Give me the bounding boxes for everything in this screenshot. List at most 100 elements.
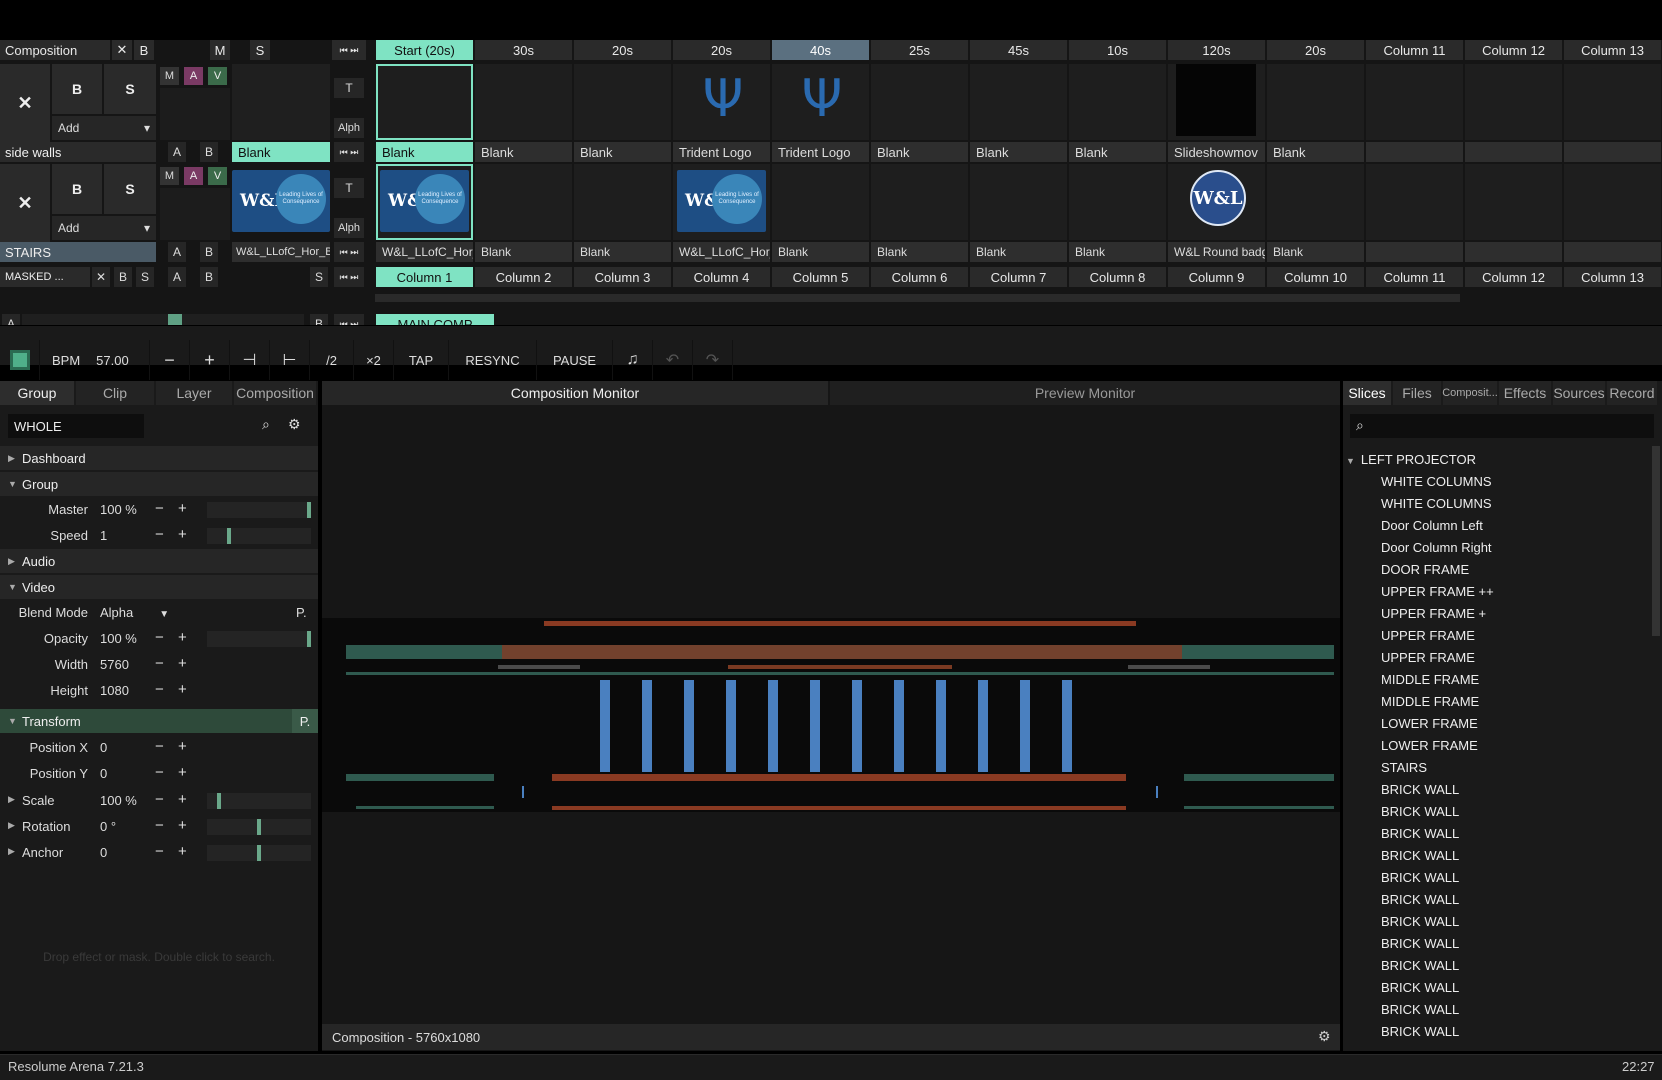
layer2-add-dropdown[interactable]: Add ▾ bbox=[52, 216, 156, 240]
layer1-clip-slot-8[interactable] bbox=[1069, 64, 1166, 140]
column-button-3[interactable]: Column 3 bbox=[574, 267, 671, 287]
section-transform[interactable]: ▼ Transform P. bbox=[0, 709, 318, 733]
composition-label[interactable]: Composition bbox=[0, 40, 110, 60]
layer2-clip-slot-5[interactable] bbox=[772, 164, 869, 240]
slice-item[interactable]: BRICK WALL bbox=[1381, 848, 1459, 863]
layer2-clip-slot-8[interactable] bbox=[1069, 164, 1166, 240]
layer2-fader-area[interactable] bbox=[160, 188, 230, 240]
masked-s-button[interactable]: S bbox=[310, 267, 328, 287]
column-button-11[interactable]: Column 11 bbox=[1366, 267, 1463, 287]
layer2-prev-next[interactable]: ⏮ ⏭ bbox=[334, 242, 364, 262]
gear-icon[interactable]: ⚙ bbox=[1318, 1028, 1331, 1045]
column-button-8[interactable]: Column 8 bbox=[1069, 267, 1166, 287]
layer1-crossfade-a[interactable]: A bbox=[168, 142, 186, 162]
master-slider[interactable] bbox=[207, 502, 311, 518]
column-button-6[interactable]: Column 6 bbox=[871, 267, 968, 287]
column-button-7[interactable]: Column 7 bbox=[970, 267, 1067, 287]
anchor-slider[interactable] bbox=[207, 845, 311, 861]
gear-icon[interactable]: ⚙ bbox=[288, 416, 301, 433]
section-dashboard[interactable]: ▶ Dashboard bbox=[0, 446, 318, 470]
layer2-clip-slot-2[interactable] bbox=[475, 164, 572, 240]
column-button-2[interactable]: Column 2 bbox=[475, 267, 572, 287]
app-logo-icon[interactable] bbox=[0, 340, 40, 380]
column-header-1[interactable]: Start (20s) bbox=[376, 40, 473, 60]
layer2-clip-slot-11[interactable] bbox=[1366, 164, 1463, 240]
speed-decrease[interactable]: − bbox=[155, 526, 164, 543]
nudge-right-button[interactable]: ⊢ bbox=[270, 340, 310, 380]
composition-m-button[interactable]: M bbox=[210, 40, 230, 60]
tab-layer[interactable]: Layer bbox=[156, 381, 232, 405]
master-value[interactable]: 100 % bbox=[100, 502, 137, 517]
column-button-9[interactable]: Column 9 bbox=[1168, 267, 1265, 287]
height-decrease[interactable]: − bbox=[155, 681, 164, 698]
section-audio[interactable]: ▶ Audio bbox=[0, 549, 318, 573]
tab-preview-monitor[interactable]: Preview Monitor bbox=[830, 381, 1340, 405]
masked-prev-next[interactable]: ⏮ ⏭ bbox=[334, 267, 364, 287]
layer2-solo-button[interactable]: S bbox=[104, 164, 156, 214]
opacity-slider-handle[interactable] bbox=[307, 631, 311, 647]
tab-sources[interactable]: Sources bbox=[1553, 381, 1605, 405]
anchor-increase[interactable]: + bbox=[178, 843, 187, 860]
tab-clip[interactable]: Clip bbox=[76, 381, 154, 405]
layer1-name[interactable]: side walls bbox=[0, 142, 156, 162]
speed-value[interactable]: 1 bbox=[100, 528, 107, 543]
column-header-6[interactable]: 25s bbox=[871, 40, 968, 60]
tab-record[interactable]: Record bbox=[1607, 381, 1657, 405]
layer1-crossfade-b[interactable]: B bbox=[200, 142, 218, 162]
tab-files[interactable]: Files bbox=[1393, 381, 1441, 405]
rotation-slider[interactable] bbox=[207, 819, 311, 835]
composition-solo-button[interactable]: S bbox=[250, 40, 270, 60]
transform-p-button[interactable]: P. bbox=[292, 709, 318, 733]
masked-solo-button[interactable]: S bbox=[136, 267, 154, 287]
layer2-v-button[interactable]: V bbox=[208, 167, 227, 185]
tab-composition[interactable]: Composition bbox=[234, 381, 316, 405]
anchor-value[interactable]: 0 bbox=[100, 845, 107, 860]
section-video[interactable]: ▼ Video bbox=[0, 575, 318, 599]
slice-item[interactable]: BRICK WALL bbox=[1381, 914, 1459, 929]
slice-item[interactable]: MIDDLE FRAME bbox=[1381, 694, 1479, 709]
masked-layer-name[interactable]: MASKED ... bbox=[0, 267, 90, 287]
opacity-value[interactable]: 100 % bbox=[100, 631, 137, 646]
bpm-increase-button[interactable]: + bbox=[190, 340, 230, 380]
slice-group-left-projector[interactable]: ▼ LEFT PROJECTOR bbox=[1346, 452, 1476, 467]
slice-item[interactable]: Door Column Right bbox=[1381, 540, 1492, 555]
layer2-crossfade-a[interactable]: A bbox=[168, 242, 186, 262]
scale-value[interactable]: 100 % bbox=[100, 793, 137, 808]
scale-slider-handle[interactable] bbox=[217, 793, 221, 809]
width-decrease[interactable]: − bbox=[155, 655, 164, 672]
layer1-clip-slot-1[interactable] bbox=[376, 64, 473, 140]
layer1-prev-next[interactable]: ⏮ ⏭ bbox=[334, 142, 364, 162]
scale-slider[interactable] bbox=[207, 793, 311, 809]
position-y-value[interactable]: 0 bbox=[100, 766, 107, 781]
master-slider-handle[interactable] bbox=[307, 502, 311, 518]
column-header-7[interactable]: 45s bbox=[970, 40, 1067, 60]
slice-item[interactable]: UPPER FRAME bbox=[1381, 628, 1475, 643]
column-button-10[interactable]: Column 10 bbox=[1267, 267, 1364, 287]
position-x-decrease[interactable]: − bbox=[155, 738, 164, 755]
column-button-13[interactable]: Column 13 bbox=[1564, 267, 1661, 287]
blend-mode-dropdown[interactable]: Alpha ▼ bbox=[100, 605, 169, 620]
metronome-icon[interactable]: ♫ bbox=[613, 340, 653, 380]
slice-item[interactable]: WHITE COLUMNS bbox=[1381, 496, 1492, 511]
column-button-1[interactable]: Column 1 bbox=[376, 267, 473, 287]
column-header-4[interactable]: 20s bbox=[673, 40, 770, 60]
layer1-clip-slot-3[interactable] bbox=[574, 64, 671, 140]
width-increase[interactable]: + bbox=[178, 655, 187, 672]
column-button-12[interactable]: Column 12 bbox=[1465, 267, 1562, 287]
position-x-increase[interactable]: + bbox=[178, 738, 187, 755]
section-group[interactable]: ▼ Group bbox=[0, 472, 318, 496]
column-header-2[interactable]: 30s bbox=[475, 40, 572, 60]
undo-icon[interactable]: ↶ bbox=[653, 340, 693, 380]
slice-item[interactable]: UPPER FRAME ++ bbox=[1381, 584, 1494, 599]
layer1-alpha-button[interactable]: Alph bbox=[334, 118, 364, 138]
slice-item[interactable]: BRICK WALL bbox=[1381, 936, 1459, 951]
effect-drop-hint[interactable]: Drop effect or mask. Double click to sea… bbox=[0, 950, 318, 964]
slice-item[interactable]: BRICK WALL bbox=[1381, 892, 1459, 907]
column-header-13[interactable]: Column 13 bbox=[1564, 40, 1661, 60]
blend-param-p-button[interactable]: P. bbox=[296, 605, 307, 620]
layer2-clear-button[interactable]: ✕ bbox=[0, 164, 50, 242]
position-y-increase[interactable]: + bbox=[178, 764, 187, 781]
layer2-clip-slot-6[interactable] bbox=[871, 164, 968, 240]
layer1-solo-button[interactable]: S bbox=[104, 64, 156, 114]
slice-item[interactable]: BRICK WALL bbox=[1381, 826, 1459, 841]
